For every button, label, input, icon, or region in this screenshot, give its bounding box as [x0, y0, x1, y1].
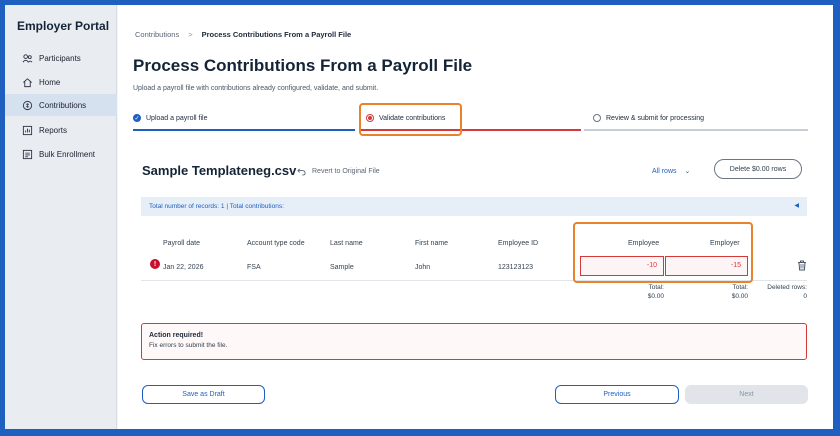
employee-total: Total: $0.00	[624, 283, 664, 301]
sidebar-item-label: Contributions	[39, 100, 87, 110]
sidebar-item-contributions[interactable]: Contributions	[5, 94, 117, 116]
save-draft-button[interactable]: Save as Draft	[142, 385, 265, 404]
alert-message: Fix errors to submit the file.	[149, 342, 228, 349]
cell-last-name: Sample	[330, 264, 354, 271]
step-label: Review & submit for processing	[606, 114, 705, 122]
alert-title: Action required!	[149, 332, 204, 339]
cell-first-name: John	[415, 264, 431, 271]
deleted-rows-label: Deleted rows:	[767, 284, 807, 291]
sidebar-item-home[interactable]: Home	[5, 71, 117, 93]
sidebar-item-participants[interactable]: Participants	[5, 47, 117, 69]
breadcrumb-parent-link[interactable]: Contributions	[135, 30, 179, 39]
file-name: Sample Templateneg.csv	[142, 163, 297, 178]
undo-icon	[297, 168, 306, 176]
contributions-icon	[21, 99, 33, 111]
step-pending-line	[584, 129, 808, 131]
pending-step-icon	[593, 114, 601, 122]
col-header-employee-id: Employee ID	[498, 240, 539, 247]
step-progress-line	[133, 129, 355, 131]
sidebar: Employer Portal Participants Home Contri…	[5, 5, 117, 429]
caret-left-icon: ◀	[794, 203, 799, 209]
page-subtitle: Upload a payroll file with contributions…	[133, 85, 379, 92]
step-upload: ✓ Upload a payroll file	[133, 114, 207, 122]
sidebar-item-label: Home	[39, 77, 61, 87]
rows-filter-label: All rows	[652, 168, 677, 175]
highlight-box-step	[359, 103, 462, 136]
employer-total: Total: $0.00	[708, 283, 748, 301]
page-title: Process Contributions From a Payroll Fil…	[133, 56, 473, 75]
employee-total-value: $0.00	[647, 293, 664, 300]
delete-zero-rows-button[interactable]: Delete $0.00 rows	[714, 159, 802, 179]
home-icon	[21, 76, 33, 88]
deleted-rows: Deleted rows: 0	[753, 283, 807, 301]
sidebar-item-label: Reports	[39, 125, 68, 135]
check-icon: ✓	[133, 114, 141, 122]
error-icon: !	[150, 259, 160, 269]
next-button[interactable]: Next	[685, 385, 808, 404]
highlight-box-amounts	[573, 222, 753, 283]
employee-total-label: Total:	[648, 284, 664, 291]
error-alert: Action required! Fix errors to submit th…	[141, 323, 807, 360]
cell-account-type: FSA	[247, 264, 261, 271]
employer-total-label: Total:	[732, 284, 748, 291]
trash-icon[interactable]	[797, 260, 807, 271]
revert-label: Revert to Original File	[312, 168, 380, 175]
breadcrumb-separator: >	[188, 30, 193, 39]
previous-button[interactable]: Previous	[555, 385, 679, 404]
sidebar-item-label: Bulk Enrollment	[39, 149, 96, 159]
summary-text: Total number of records: 1 | Total contr…	[149, 203, 284, 210]
step-label: Upload a payroll file	[146, 114, 208, 122]
bulk-enrollment-icon	[21, 148, 33, 160]
step-review: Review & submit for processing	[593, 114, 704, 122]
cell-payroll-date: Jan 22, 2026	[163, 264, 204, 271]
revert-button[interactable]: Revert to Original File	[297, 167, 380, 176]
breadcrumb: Contributions > Process Contributions From…	[135, 30, 351, 39]
sidebar-item-bulk-enrollment[interactable]: Bulk Enrollment	[5, 143, 117, 165]
deleted-rows-value: 0	[803, 293, 807, 300]
col-header-account-type: Account type code	[247, 240, 305, 247]
employer-total-value: $0.00	[731, 293, 748, 300]
col-header-first-name: First name	[415, 240, 449, 247]
chevron-down-icon: ⌄	[684, 168, 691, 175]
people-icon	[21, 52, 33, 64]
summary-bar[interactable]: Total number of records: 1 | Total contr…	[141, 197, 807, 216]
rows-filter-dropdown[interactable]: All rows ⌄	[652, 167, 690, 175]
breadcrumb-current: Process Contributions From a Payroll Fil…	[201, 30, 352, 39]
brand-title: Employer Portal	[17, 19, 110, 33]
reports-icon	[21, 124, 33, 136]
col-header-last-name: Last name	[330, 240, 363, 247]
main-content: Contributions > Process Contributions From…	[118, 5, 833, 429]
sidebar-item-label: Participants	[39, 53, 81, 63]
col-header-payroll-date: Payroll date	[163, 240, 200, 247]
cell-employee-id: 123123123	[498, 264, 534, 271]
sidebar-item-reports[interactable]: Reports	[5, 119, 117, 141]
